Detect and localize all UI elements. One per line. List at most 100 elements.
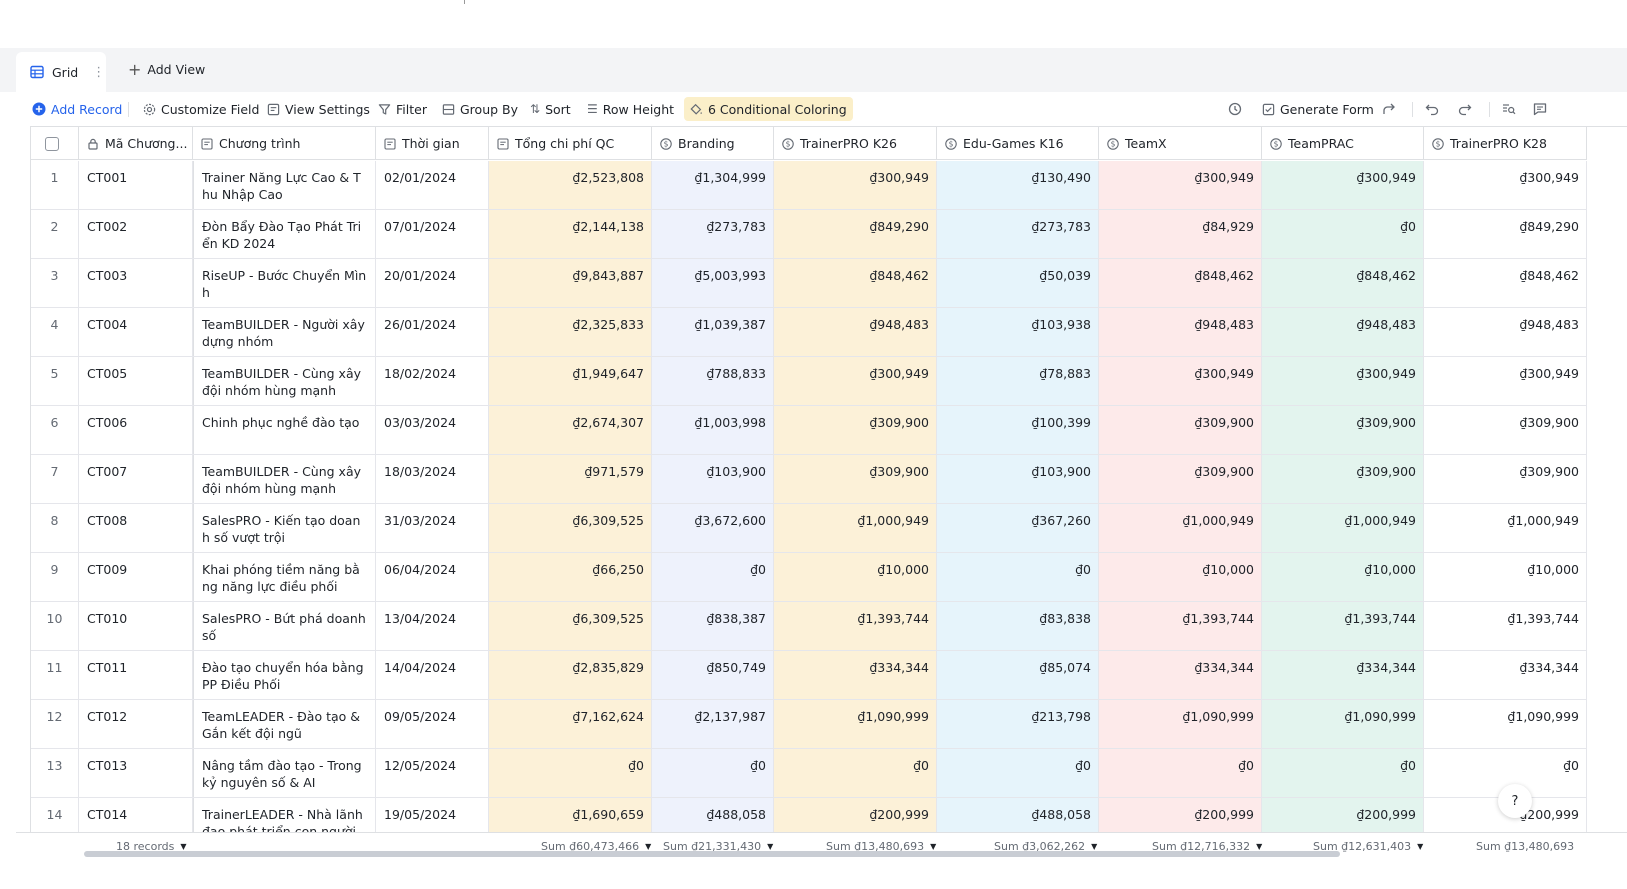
- cell-code[interactable]: CT002: [79, 210, 193, 258]
- table-row[interactable]: 9 CT009 Khai phóng tiềm năng bằng năng lực…: [31, 553, 1587, 602]
- cell-total[interactable]: ₫0: [489, 749, 652, 797]
- table-row[interactable]: 2 CT002 Đòn Bẩy Đào Tạo Phát Triển KD 2024…: [31, 210, 1587, 259]
- comments-button[interactable]: [1533, 92, 1552, 126]
- cell-branding[interactable]: ₫273,783: [652, 210, 774, 258]
- cell-branding[interactable]: ₫1,003,998: [652, 406, 774, 454]
- add-view-button[interactable]: + Add View: [128, 60, 205, 79]
- cell-branding[interactable]: ₫103,900: [652, 455, 774, 503]
- sum-trainerpro-k28[interactable]: Sum ₫13,480,693: [1476, 833, 1574, 859]
- table-row[interactable]: 13 CT013 Nâng tầm đào tạo - Trong kỷ nguyê…: [31, 749, 1587, 798]
- cell-branding[interactable]: ₫0: [652, 553, 774, 601]
- cell-branding[interactable]: ₫3,672,600: [652, 504, 774, 552]
- cell-k28[interactable]: ₫848,462: [1424, 259, 1587, 307]
- cell-program[interactable]: TeamBUILDER - Cùng xây đội nhóm hùng mạn…: [193, 357, 376, 405]
- cell-total[interactable]: ₫971,579: [489, 455, 652, 503]
- cell-total[interactable]: ₫6,309,525: [489, 602, 652, 650]
- cell-total[interactable]: ₫2,523,808: [489, 161, 652, 209]
- select-all-checkbox[interactable]: [45, 136, 59, 151]
- cell-prac[interactable]: ₫334,344: [1262, 651, 1424, 699]
- cell-edu[interactable]: ₫103,900: [937, 455, 1099, 503]
- cell-date[interactable]: 06/04/2024: [376, 553, 489, 601]
- cell-prac[interactable]: ₫848,462: [1262, 259, 1424, 307]
- cell-prac[interactable]: ₫0: [1262, 210, 1424, 258]
- cell-k26[interactable]: ₫1,393,744: [774, 602, 937, 650]
- cell-branding[interactable]: ₫788,833: [652, 357, 774, 405]
- cell-branding[interactable]: ₫2,137,987: [652, 700, 774, 748]
- cell-code[interactable]: CT004: [79, 308, 193, 356]
- tab-grid[interactable]: Grid ⋮: [16, 52, 106, 92]
- cell-k26[interactable]: ₫10,000: [774, 553, 937, 601]
- customize-field-button[interactable]: Customize Field: [143, 92, 259, 126]
- cell-teamx[interactable]: ₫1,000,949: [1099, 504, 1262, 552]
- cell-date[interactable]: 03/03/2024: [376, 406, 489, 454]
- undo-button[interactable]: [1425, 92, 1444, 126]
- cell-k26[interactable]: ₫309,900: [774, 406, 937, 454]
- cell-teamx[interactable]: ₫848,462: [1099, 259, 1262, 307]
- cell-teamx[interactable]: ₫948,483: [1099, 308, 1262, 356]
- cell-prac[interactable]: ₫1,090,999: [1262, 700, 1424, 748]
- cell-edu[interactable]: ₫213,798: [937, 700, 1099, 748]
- column-header-prac[interactable]: $ TeamPRAC: [1262, 127, 1424, 160]
- cell-edu[interactable]: ₫78,883: [937, 357, 1099, 405]
- search-records-button[interactable]: [1502, 92, 1521, 126]
- cell-code[interactable]: CT011: [79, 651, 193, 699]
- table-row[interactable]: 5 CT005 TeamBUILDER - Cùng xây đội nhóm hù…: [31, 357, 1587, 406]
- cell-code[interactable]: CT007: [79, 455, 193, 503]
- cell-branding[interactable]: ₫838,387: [652, 602, 774, 650]
- column-header-code[interactable]: Mã Chương...: [79, 127, 193, 160]
- cell-date[interactable]: 13/04/2024: [376, 602, 489, 650]
- cell-prac[interactable]: ₫1,000,949: [1262, 504, 1424, 552]
- cell-k28[interactable]: ₫1,090,999: [1424, 700, 1587, 748]
- cell-program[interactable]: TeamBUILDER - Người xây dựng nhóm: [193, 308, 376, 356]
- cell-edu[interactable]: ₫0: [937, 749, 1099, 797]
- cell-edu[interactable]: ₫103,938: [937, 308, 1099, 356]
- cell-date[interactable]: 20/01/2024: [376, 259, 489, 307]
- cell-k28[interactable]: ₫334,344: [1424, 651, 1587, 699]
- cell-k28[interactable]: ₫300,949: [1424, 161, 1587, 209]
- cell-code[interactable]: CT009: [79, 553, 193, 601]
- cell-code[interactable]: CT010: [79, 602, 193, 650]
- row-height-button[interactable]: ☰ Row Height: [587, 92, 674, 126]
- cell-total[interactable]: ₫9,843,887: [489, 259, 652, 307]
- table-row[interactable]: 8 CT008 SalesPRO - Kiến tạo doanh số vượt …: [31, 504, 1587, 553]
- cell-k26[interactable]: ₫334,344: [774, 651, 937, 699]
- cell-prac[interactable]: ₫1,393,744: [1262, 602, 1424, 650]
- cell-edu[interactable]: ₫273,783: [937, 210, 1099, 258]
- cell-branding[interactable]: ₫1,304,999: [652, 161, 774, 209]
- cell-teamx[interactable]: ₫1,090,999: [1099, 700, 1262, 748]
- column-header-edu[interactable]: $ Edu-Games K16: [937, 127, 1099, 160]
- cell-edu[interactable]: ₫83,838: [937, 602, 1099, 650]
- cell-branding[interactable]: ₫850,749: [652, 651, 774, 699]
- filter-button[interactable]: Filter: [378, 92, 427, 126]
- table-row[interactable]: 4 CT004 TeamBUILDER - Người xây dựng nhóm 2…: [31, 308, 1587, 357]
- cell-total[interactable]: ₫6,309,525: [489, 504, 652, 552]
- cell-date[interactable]: 18/03/2024: [376, 455, 489, 503]
- cell-k28[interactable]: ₫1,393,744: [1424, 602, 1587, 650]
- cell-total[interactable]: ₫2,325,833: [489, 308, 652, 356]
- cell-edu[interactable]: ₫50,039: [937, 259, 1099, 307]
- group-by-button[interactable]: Group By: [442, 92, 518, 126]
- cell-branding[interactable]: ₫5,003,993: [652, 259, 774, 307]
- cell-program[interactable]: Chinh phục nghề đào tạo: [193, 406, 376, 454]
- cell-date[interactable]: 18/02/2024: [376, 357, 489, 405]
- cell-edu[interactable]: ₫85,074: [937, 651, 1099, 699]
- cell-code[interactable]: CT012: [79, 700, 193, 748]
- cell-edu[interactable]: ₫0: [937, 553, 1099, 601]
- cell-program[interactable]: SalesPRO - Bứt phá doanh số: [193, 602, 376, 650]
- cell-prac[interactable]: ₫0: [1262, 749, 1424, 797]
- cell-k26[interactable]: ₫300,949: [774, 161, 937, 209]
- generate-form-button[interactable]: Generate Form: [1262, 92, 1374, 126]
- cell-k28[interactable]: ₫300,949: [1424, 357, 1587, 405]
- cell-prac[interactable]: ₫10,000: [1262, 553, 1424, 601]
- cell-k26[interactable]: ₫300,949: [774, 357, 937, 405]
- share-button[interactable]: [1382, 92, 1401, 126]
- cell-total[interactable]: ₫66,250: [489, 553, 652, 601]
- column-header-teamx[interactable]: $ TeamX: [1099, 127, 1262, 160]
- cell-program[interactable]: Đòn Bẩy Đào Tạo Phát Triển KD 2024: [193, 210, 376, 258]
- redo-button[interactable]: [1458, 92, 1477, 126]
- cell-total[interactable]: ₫1,949,647: [489, 357, 652, 405]
- column-header-k26[interactable]: $ TrainerPRO K26: [774, 127, 937, 160]
- cell-branding[interactable]: ₫1,039,387: [652, 308, 774, 356]
- cell-teamx[interactable]: ₫300,949: [1099, 161, 1262, 209]
- cell-teamx[interactable]: ₫0: [1099, 749, 1262, 797]
